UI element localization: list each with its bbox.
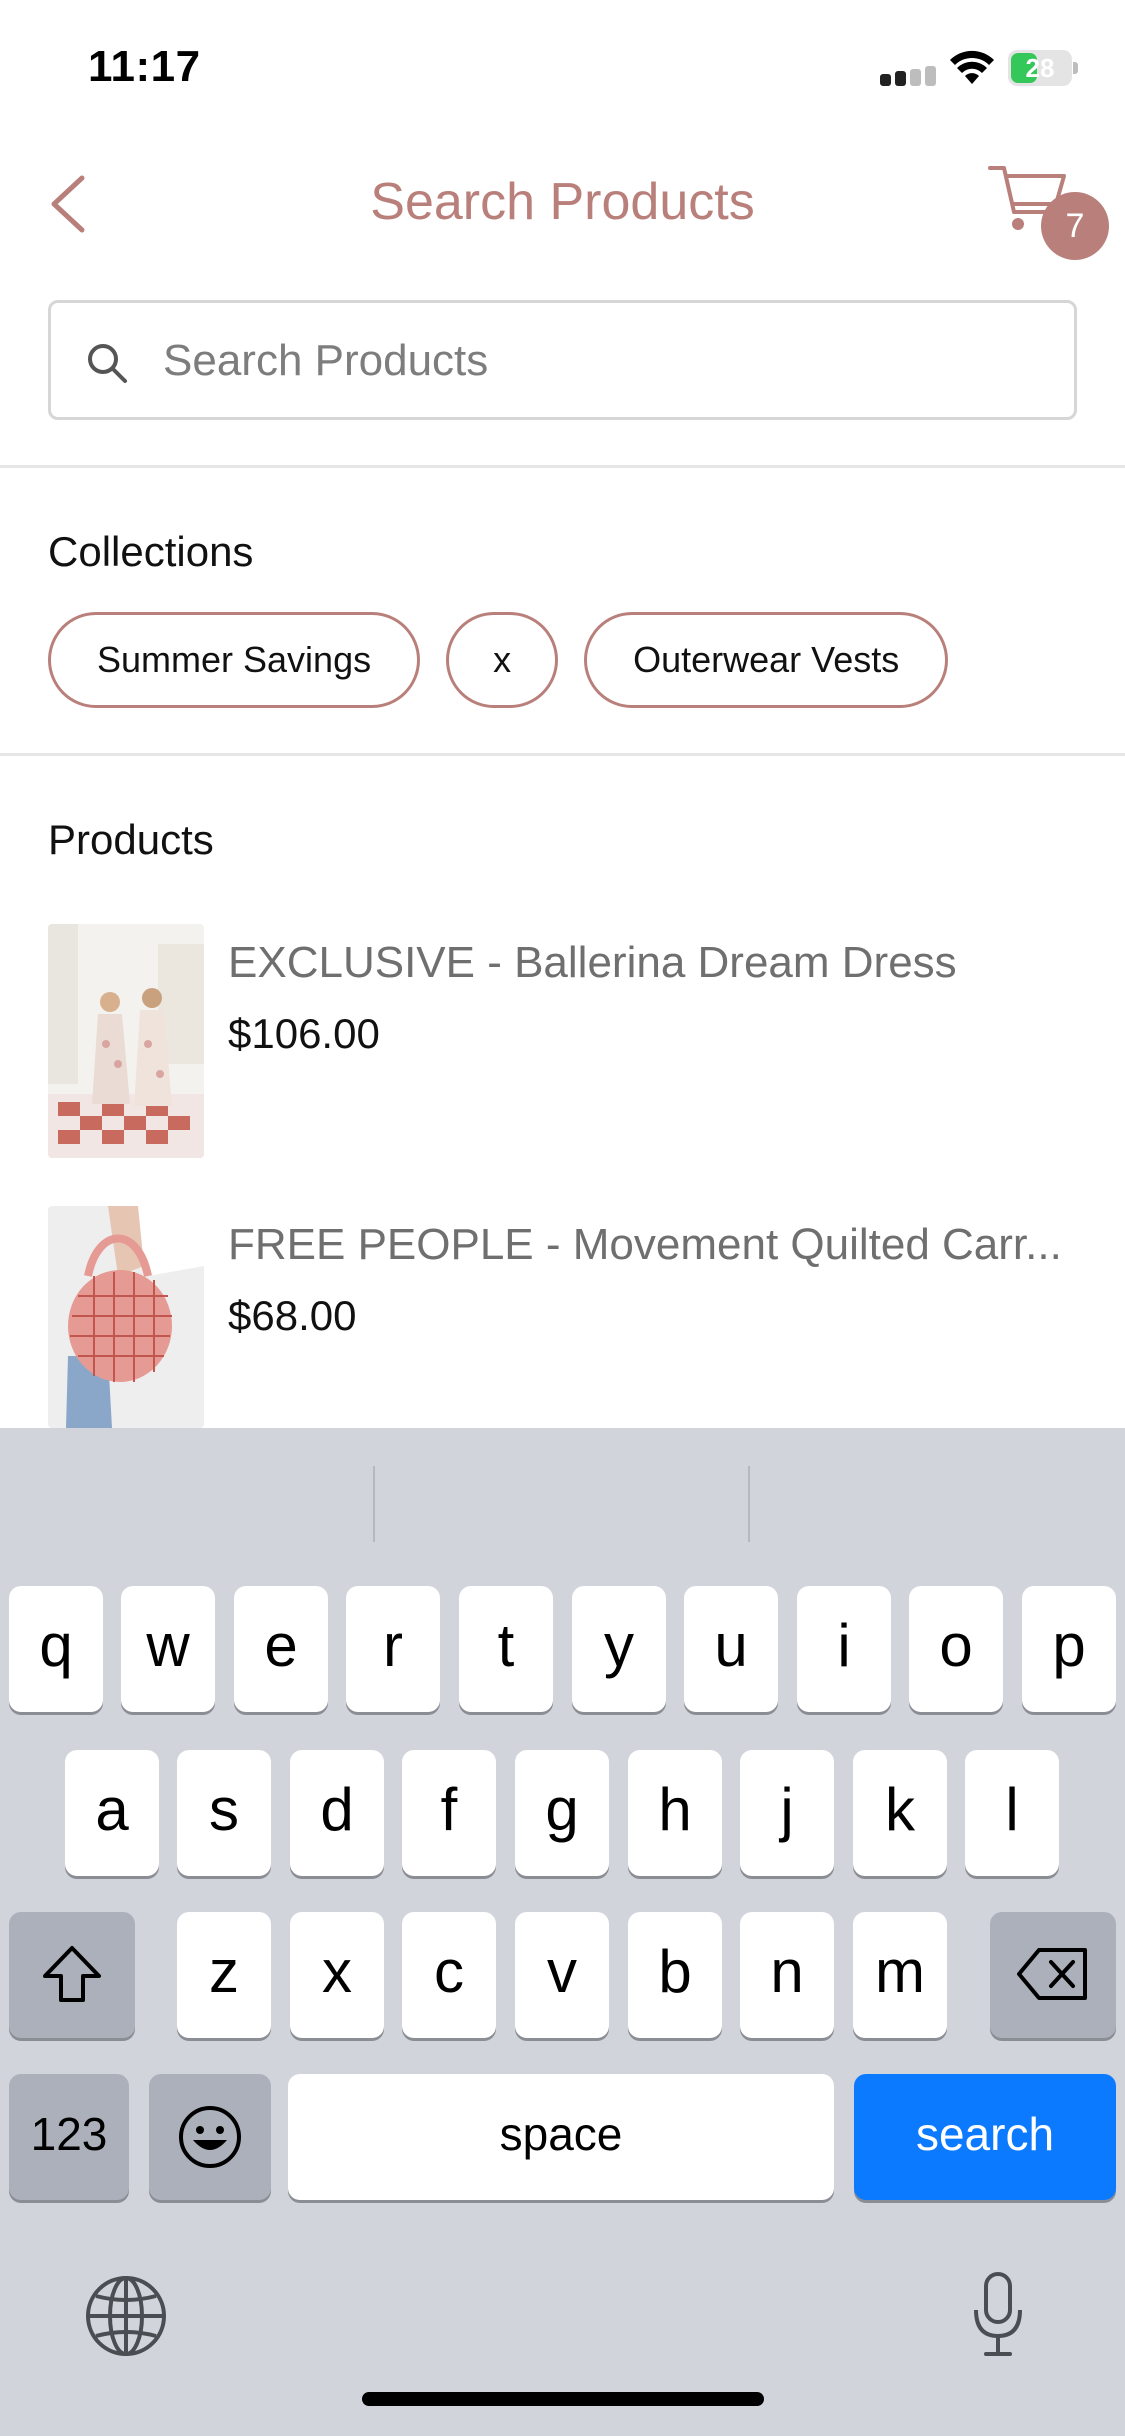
cart-count-badge: 7	[1041, 192, 1109, 260]
product-price: $68.00	[228, 1292, 357, 1339]
key-n[interactable]: n	[740, 1912, 834, 2038]
backspace-key[interactable]	[990, 1912, 1116, 2038]
emoji-icon	[179, 2106, 241, 2168]
product-item[interactable]: FREE PEOPLE - Movement Quilted Carr... $…	[48, 1206, 1088, 1446]
numbers-key[interactable]: 123	[9, 2074, 129, 2200]
page-title: Search Products	[370, 173, 755, 231]
collection-chip-summer-savings[interactable]: Summer Savings	[48, 612, 421, 708]
collection-chip-x[interactable]: x	[446, 612, 559, 708]
globe-icon[interactable]	[84, 2274, 168, 2358]
search-input[interactable]	[163, 321, 1043, 401]
key-s[interactable]: s	[177, 1750, 271, 1876]
microphone-icon[interactable]	[968, 2270, 1028, 2360]
key-r[interactable]: r	[346, 1586, 440, 1712]
key-f[interactable]: f	[402, 1750, 496, 1876]
suggestion-separator	[373, 1466, 375, 1542]
product-price: $106.00	[228, 1010, 380, 1057]
space-key[interactable]: space	[288, 2074, 834, 2200]
cart-button[interactable]: 7	[986, 160, 1112, 270]
battery-level: 28	[1025, 53, 1055, 83]
collections-heading: Collections	[48, 528, 254, 575]
key-x[interactable]: x	[290, 1912, 384, 2038]
shift-key[interactable]	[9, 1912, 135, 2038]
cellular-signal-icon	[880, 66, 936, 86]
key-v[interactable]: v	[515, 1912, 609, 2038]
status-time: 11:17	[88, 42, 201, 91]
key-g[interactable]: g	[515, 1750, 609, 1876]
search-key[interactable]: search	[854, 2074, 1116, 2200]
key-z[interactable]: z	[177, 1912, 271, 2038]
key-j[interactable]: j	[740, 1750, 834, 1876]
key-b[interactable]: b	[628, 1912, 722, 2038]
key-w[interactable]: w	[121, 1586, 215, 1712]
key-h[interactable]: h	[628, 1750, 722, 1876]
battery-icon: 28	[1008, 50, 1078, 86]
key-y[interactable]: y	[572, 1586, 666, 1712]
key-e[interactable]: e	[234, 1586, 328, 1712]
product-item[interactable]: EXCLUSIVE - Ballerina Dream Dress $106.0…	[48, 924, 1088, 1164]
collections-chips: Summer Savings x Outerwear Vests	[48, 612, 949, 710]
keyboard: q w e r t y u i o p a s d f g h j k l z …	[0, 1428, 1125, 2436]
home-indicator	[362, 2392, 764, 2406]
backspace-icon	[1017, 1948, 1087, 2000]
status-bar: 11:17 28	[0, 0, 1125, 140]
key-k[interactable]: k	[853, 1750, 947, 1876]
key-q[interactable]: q	[9, 1586, 103, 1712]
key-d[interactable]: d	[290, 1750, 384, 1876]
key-t[interactable]: t	[459, 1586, 553, 1712]
key-u[interactable]: u	[684, 1586, 778, 1712]
divider	[0, 753, 1125, 756]
shift-icon	[43, 1946, 101, 2002]
key-a[interactable]: a	[65, 1750, 159, 1876]
key-o[interactable]: o	[909, 1586, 1003, 1712]
divider	[0, 465, 1125, 468]
product-name: FREE PEOPLE - Movement Quilted Carr...	[228, 1220, 1062, 1269]
product-image	[48, 1206, 204, 1428]
product-image	[48, 924, 204, 1158]
key-m[interactable]: m	[853, 1912, 947, 2038]
key-i[interactable]: i	[797, 1586, 891, 1712]
product-name: EXCLUSIVE - Ballerina Dream Dress	[228, 938, 957, 987]
wifi-icon	[950, 50, 994, 84]
key-c[interactable]: c	[402, 1912, 496, 2038]
collection-chip-outerwear-vests[interactable]: Outerwear Vests	[584, 612, 949, 708]
key-p[interactable]: p	[1022, 1586, 1116, 1712]
header: Search Products 7	[0, 140, 1125, 300]
key-l[interactable]: l	[965, 1750, 1059, 1876]
products-heading: Products	[48, 816, 214, 863]
suggestion-separator	[748, 1466, 750, 1542]
emoji-key[interactable]	[149, 2074, 271, 2200]
search-box[interactable]	[48, 300, 1077, 420]
search-icon	[88, 344, 127, 383]
